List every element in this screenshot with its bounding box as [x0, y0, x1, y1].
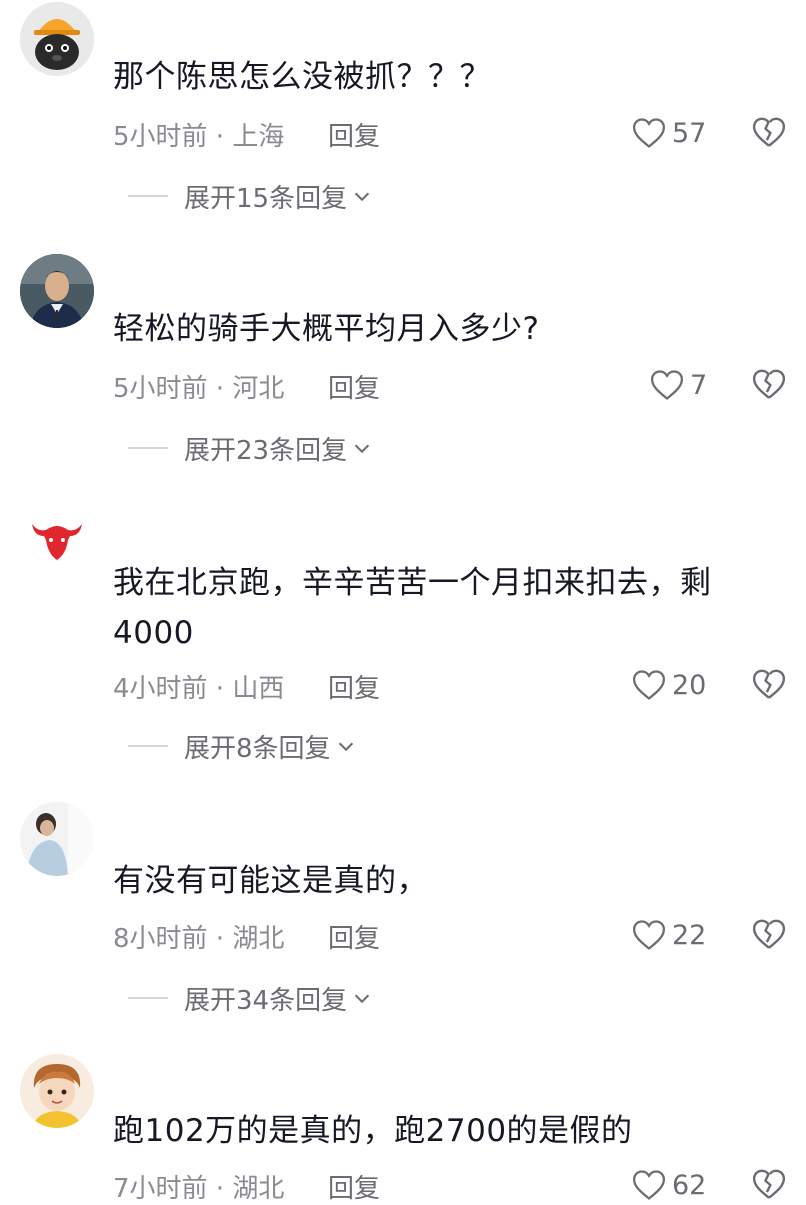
like-count: 62 — [672, 1169, 707, 1201]
meta-separator: · — [207, 122, 233, 152]
chevron-down-icon — [338, 742, 353, 752]
heart-icon — [650, 370, 684, 400]
chevron-down-icon — [354, 994, 370, 1004]
expand-replies-label: 展开8条回复 — [184, 733, 331, 764]
expand-replies-button[interactable]: 展开34条回复 — [128, 980, 373, 1016]
reply-button[interactable]: 回复 — [328, 668, 380, 705]
dislike-button[interactable] — [752, 918, 786, 952]
heart-icon — [632, 670, 666, 700]
dislike-button[interactable] — [752, 668, 786, 702]
comment-text: 那个陈思怎么没被抓？？？ — [113, 59, 491, 95]
like-count: 57 — [672, 117, 707, 149]
comment-text: 我在北京跑，辛辛苦苦一个月扣来扣去，剩4000 — [113, 565, 712, 651]
comment-meta: 8小时前 · 湖北 回复 — [113, 918, 380, 955]
avatar[interactable] — [20, 254, 94, 328]
expand-replies-label: 展开23条回复 — [184, 435, 348, 466]
heart-icon — [632, 1170, 666, 1200]
like-button[interactable]: 7 — [650, 365, 707, 405]
like-button[interactable]: 22 — [632, 915, 706, 955]
reply-button[interactable]: 回复 — [328, 918, 380, 955]
comment-meta: 5小时前 · 河北 回复 — [113, 368, 380, 405]
heart-icon — [632, 920, 666, 950]
like-count: 22 — [672, 919, 707, 951]
expand-replies-button[interactable]: 展开15条回复 — [128, 178, 373, 214]
like-button[interactable]: 57 — [632, 113, 706, 153]
chevron-down-icon — [354, 192, 370, 202]
comment-text: 轻松的骑手大概平均月入多少? — [113, 311, 540, 347]
police-officer-avatar-icon — [20, 254, 94, 328]
comment-meta: 7小时前 · 湖北 回复 — [113, 1168, 380, 1205]
meta-separator: · — [207, 674, 233, 704]
comment-time: 4小时前 — [113, 674, 208, 704]
avatar[interactable] — [20, 1054, 94, 1128]
dislike-button[interactable] — [752, 368, 786, 402]
divider-line — [128, 745, 168, 747]
broken-heart-icon — [752, 117, 786, 147]
person-photo-avatar-icon — [20, 802, 94, 876]
avatar[interactable] — [20, 802, 94, 876]
comment-time: 5小时前 — [113, 122, 208, 152]
expand-replies-button[interactable]: 展开8条回复 — [128, 728, 357, 764]
divider-line — [128, 195, 168, 197]
heart-icon — [632, 118, 666, 148]
dislike-button[interactable] — [752, 1168, 786, 1202]
comment-meta: 4小时前 · 山西 回复 — [113, 668, 380, 705]
avatar[interactable] — [20, 504, 94, 578]
broken-heart-icon — [752, 669, 786, 699]
expand-replies-label: 展开34条回复 — [184, 985, 348, 1016]
comment-location: 湖北 — [232, 924, 285, 954]
broken-heart-icon — [752, 1169, 786, 1199]
divider-line — [128, 447, 168, 449]
comment-time: 5小时前 — [113, 374, 208, 404]
cartoon-boy-avatar-icon — [20, 1054, 94, 1128]
comment-text: 有没有可能这是真的， — [113, 863, 428, 899]
dislike-button[interactable] — [752, 116, 786, 150]
comment-meta: 5小时前 · 上海 回复 — [113, 116, 380, 153]
comment-location: 上海 — [232, 122, 285, 152]
divider-line — [128, 997, 168, 999]
black-cat-hardhat-avatar-icon — [20, 2, 94, 76]
red-bull-logo-avatar-icon — [20, 504, 94, 578]
expand-replies-button[interactable]: 展开23条回复 — [128, 430, 373, 466]
like-count: 7 — [690, 369, 708, 401]
like-count: 20 — [672, 669, 707, 701]
comment-text: 跑102万的是真的，跑2700的是假的 — [113, 1113, 633, 1149]
avatar[interactable] — [20, 2, 94, 76]
like-button[interactable]: 20 — [632, 665, 706, 705]
broken-heart-icon — [752, 919, 786, 949]
reply-button[interactable]: 回复 — [328, 1168, 380, 1205]
like-button[interactable]: 62 — [632, 1165, 706, 1205]
comment-location: 山西 — [232, 674, 285, 704]
chevron-down-icon — [354, 444, 370, 454]
broken-heart-icon — [752, 369, 786, 399]
meta-separator: · — [207, 924, 233, 954]
comment-location: 河北 — [232, 374, 285, 404]
reply-button[interactable]: 回复 — [328, 368, 380, 405]
comment-time: 8小时前 — [113, 924, 208, 954]
reply-button[interactable]: 回复 — [328, 116, 380, 153]
meta-separator: · — [207, 374, 233, 404]
expand-replies-label: 展开15条回复 — [184, 183, 348, 214]
